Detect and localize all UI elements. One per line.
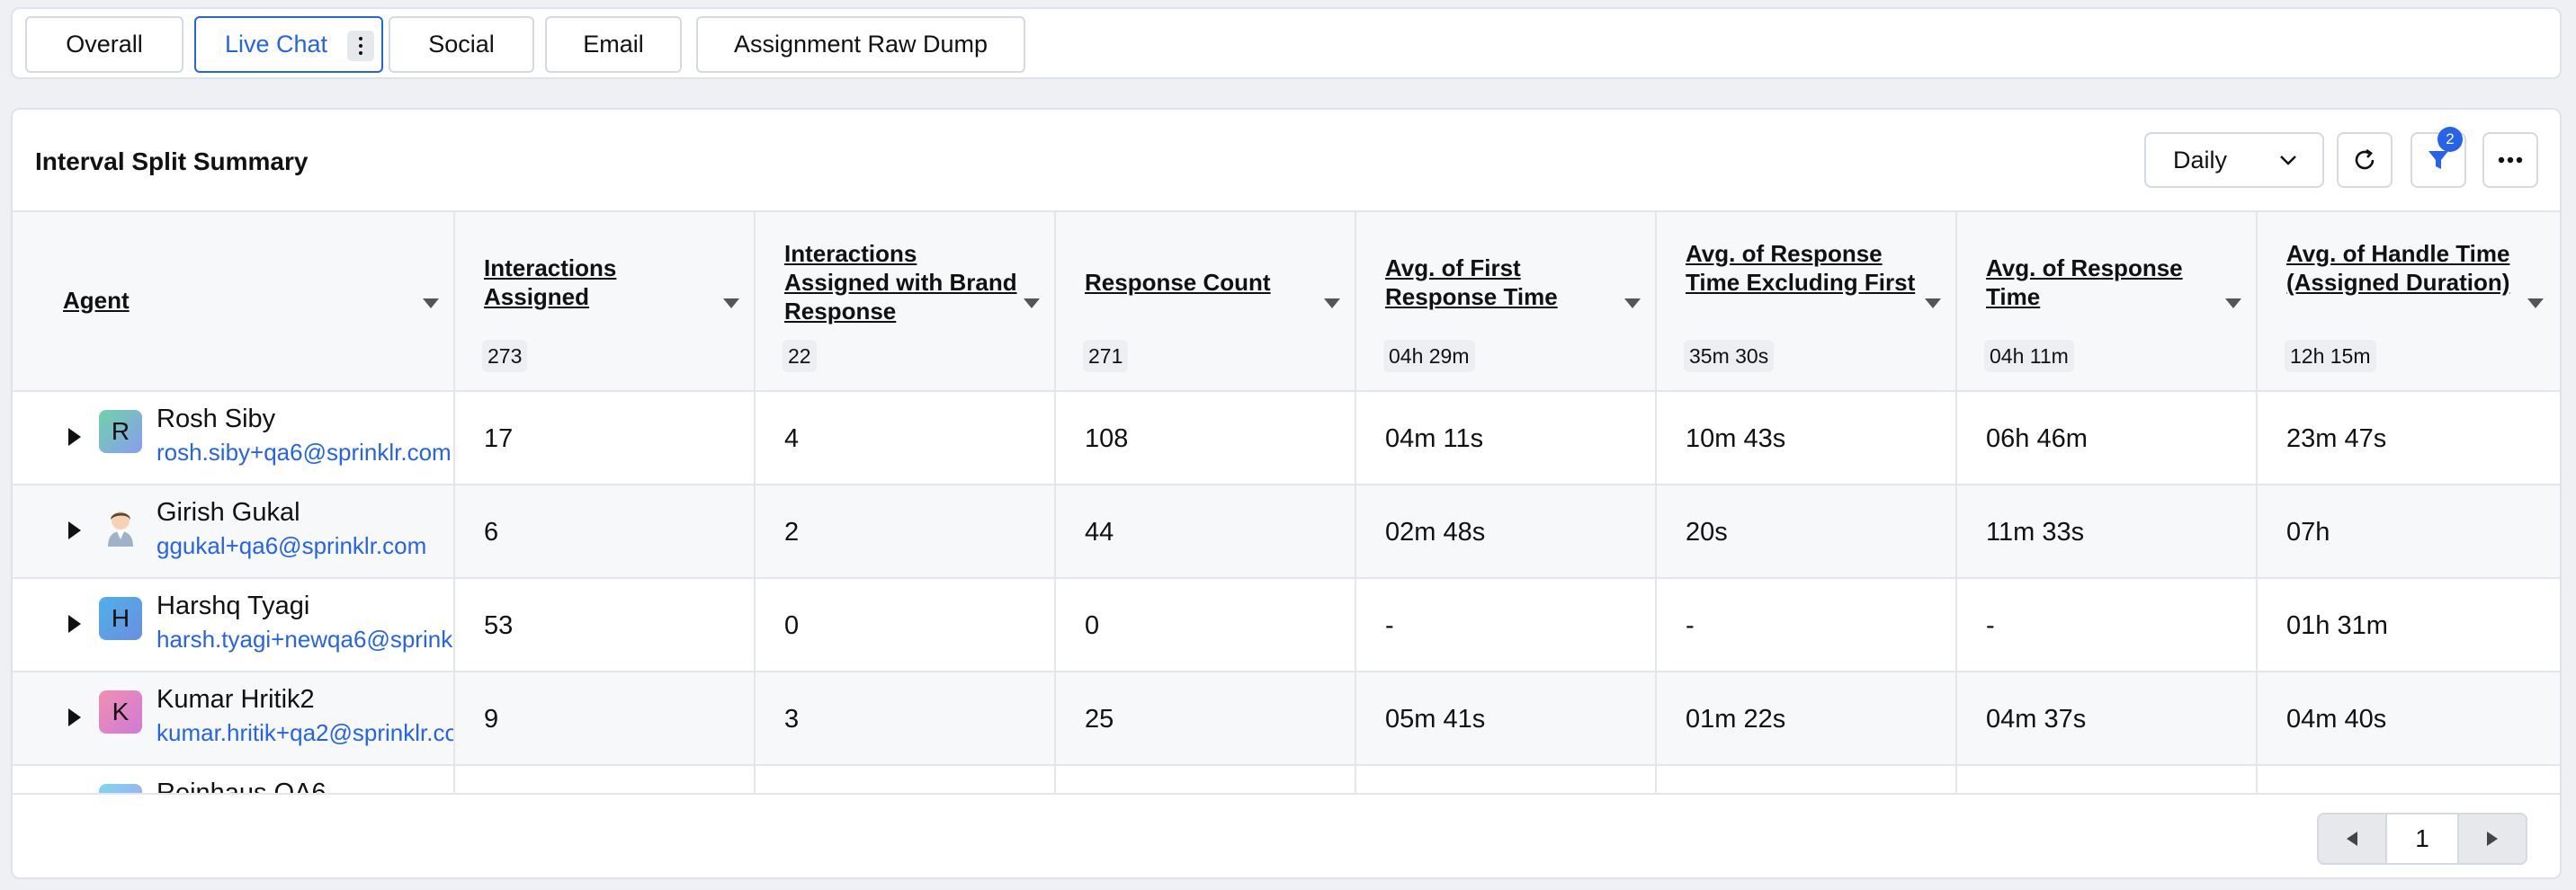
column-header-avg-response-time[interactable]: Avg. of Response Time 04h 11m xyxy=(1957,212,2258,392)
previous-page-button[interactable] xyxy=(2319,814,2385,863)
agent-email-link[interactable]: harsh.tyagi+newqa6@sprinklr.com xyxy=(157,626,453,654)
column-divider xyxy=(2256,210,2258,877)
filter-button[interactable]: 2 xyxy=(2411,127,2466,188)
chevron-down-icon xyxy=(2280,156,2296,165)
agent-cell: Girish Gukal ggukal+qa6@sprinklr.com xyxy=(13,485,453,577)
caret-right-icon xyxy=(2487,832,2498,846)
column-menu-icon[interactable] xyxy=(423,298,439,308)
summary-table: Agent Interactions Assigned 273 Interact… xyxy=(13,210,2560,877)
table-row: K Kumar Hritik2 kumar.hritik+qa2@sprinkl… xyxy=(13,672,2560,766)
agent-email-link[interactable]: ggukal+qa6@sprinklr.com xyxy=(157,532,426,560)
refresh-icon xyxy=(2355,148,2375,170)
agent-email-link[interactable]: rosh.siby+qa6@sprinklr.com xyxy=(157,439,452,467)
caret-left-icon xyxy=(2347,832,2357,846)
tab-social[interactable]: Social xyxy=(389,16,534,73)
agent-cell: K Kumar Hritik2 kumar.hritik+qa2@sprinkl… xyxy=(13,672,453,764)
column-header-assigned-with-brand-response[interactable]: Interactions Assigned with Brand Respons… xyxy=(756,212,1056,392)
column-header-avg-response-time-excluding-first[interactable]: Avg. of Response Time Excluding First 35… xyxy=(1657,212,1957,392)
column-divider xyxy=(1955,210,1957,877)
table-row: R Rosh Siby rosh.siby+qa6@sprinklr.com 1… xyxy=(13,392,2560,485)
next-page-button[interactable] xyxy=(2459,814,2526,863)
current-page: 1 xyxy=(2385,814,2459,863)
avatar xyxy=(99,503,142,547)
column-divider xyxy=(754,210,756,877)
expand-row-icon[interactable] xyxy=(68,615,81,633)
tab-assignment-raw-dump[interactable]: Assignment Raw Dump xyxy=(696,16,1025,73)
more-icon xyxy=(2498,156,2523,164)
expand-row-icon[interactable] xyxy=(68,428,81,446)
agent-cell: H Harshq Tyagi harsh.tyagi+newqa6@sprink… xyxy=(13,579,453,671)
table-row: Girish Gukal ggukal+qa6@sprinklr.com 6 2… xyxy=(13,485,2560,579)
tab-live-chat[interactable]: Live Chat xyxy=(194,16,383,73)
more-options-button[interactable] xyxy=(2482,132,2538,188)
column-menu-icon[interactable] xyxy=(1024,298,1040,308)
column-menu-icon[interactable] xyxy=(1324,298,1340,308)
tab-options-icon[interactable] xyxy=(347,31,374,61)
expand-row-icon[interactable] xyxy=(68,521,81,539)
column-menu-icon[interactable] xyxy=(2225,298,2241,308)
widget-title: Interval Split Summary xyxy=(35,147,309,175)
report-tab-bar: Overall Live Chat Social Email Assignmen… xyxy=(11,7,2562,79)
interval-dropdown[interactable]: Daily xyxy=(2144,132,2324,188)
column-divider xyxy=(1355,210,1356,877)
column-header-avg-first-response-time[interactable]: Avg. of First Response Time 04h 29m xyxy=(1356,212,1657,392)
refresh-button[interactable] xyxy=(2337,132,2393,188)
column-divider xyxy=(1655,210,1657,877)
column-header-agent[interactable]: Agent xyxy=(13,212,455,392)
column-menu-icon[interactable] xyxy=(2527,298,2544,308)
avatar: R xyxy=(99,410,142,453)
column-header-avg-handle-time[interactable]: Avg. of Handle Time (Assigned Duration) … xyxy=(2258,212,2560,392)
agent-email-link[interactable]: kumar.hritik+qa2@sprinklr.com xyxy=(157,719,453,747)
pagination: 1 xyxy=(2317,813,2527,865)
column-menu-icon[interactable] xyxy=(1925,298,1941,308)
tab-overall[interactable]: Overall xyxy=(25,16,183,73)
interval-split-summary-widget: Interval Split Summary Daily 2 Agent Int… xyxy=(11,108,2562,879)
column-divider xyxy=(1054,210,1056,877)
agent-cell: R Rosh Siby rosh.siby+qa6@sprinklr.com xyxy=(13,392,453,484)
column-header-interactions-assigned[interactable]: Interactions Assigned 273 xyxy=(455,212,756,392)
column-header-response-count[interactable]: Response Count 271 xyxy=(1056,212,1356,392)
filter-count-badge: 2 xyxy=(2437,127,2463,152)
table-row: H Harshq Tyagi harsh.tyagi+newqa6@sprink… xyxy=(13,579,2560,672)
table-header: Agent Interactions Assigned 273 Interact… xyxy=(13,210,2560,392)
expand-row-icon[interactable] xyxy=(68,708,81,726)
column-menu-icon[interactable] xyxy=(1624,298,1641,308)
user-avatar-icon xyxy=(108,512,133,547)
column-divider xyxy=(453,210,455,877)
avatar: K xyxy=(99,690,142,734)
avatar: H xyxy=(99,597,142,640)
tab-email[interactable]: Email xyxy=(545,16,682,73)
table-footer: 1 xyxy=(13,793,2560,877)
column-menu-icon[interactable] xyxy=(723,298,739,308)
